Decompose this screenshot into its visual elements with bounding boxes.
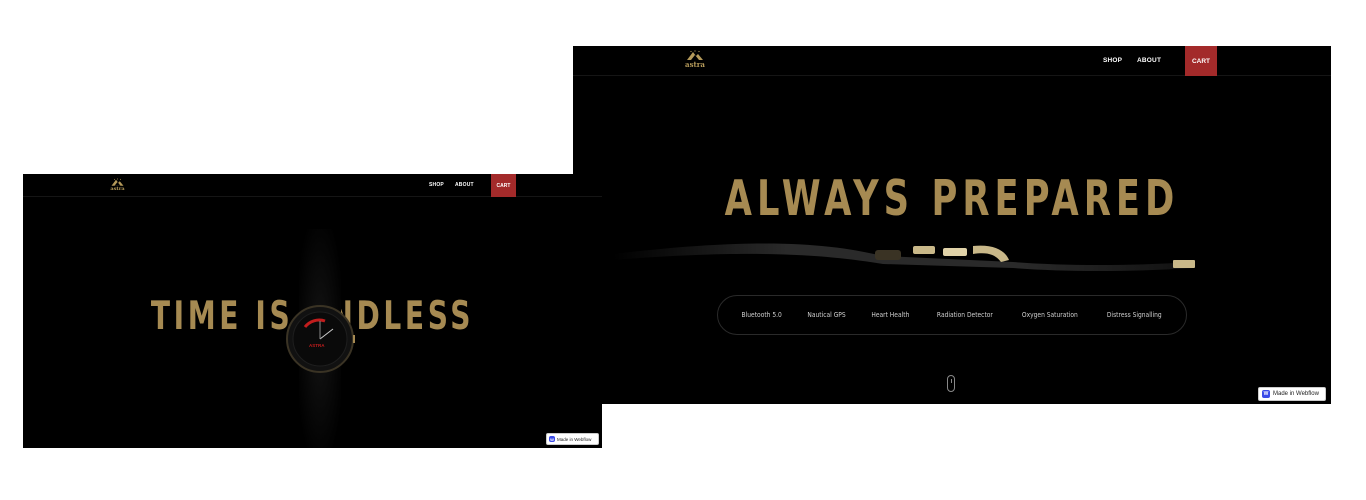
mountain-logo-icon	[111, 178, 124, 186]
cart-button[interactable]: CART	[491, 174, 516, 197]
brand-name: astra	[110, 186, 125, 192]
watch-dial-text: ASTRA	[309, 343, 325, 348]
feature-item: Distress Signalling	[1106, 311, 1162, 319]
feature-item: Nautical GPS	[807, 311, 846, 319]
navbar: astra SHOP ABOUT CART	[573, 46, 1331, 76]
hero-headline: ALWAYS PREPARED	[724, 170, 1180, 227]
nav-about-link[interactable]: ABOUT	[1137, 57, 1161, 64]
webflow-icon: W	[549, 436, 555, 442]
watch-strap-image	[613, 243, 1195, 271]
badge-label: Made in Webflow	[557, 436, 592, 442]
feature-item: Heart Health	[871, 311, 910, 319]
nav-shop-link[interactable]: SHOP	[429, 182, 444, 188]
brand-name: astra	[685, 60, 705, 69]
mountain-logo-icon	[687, 50, 703, 60]
made-in-webflow-badge[interactable]: W Made in Webflow	[1258, 387, 1326, 401]
feature-item: Oxygen Saturation	[1021, 311, 1078, 319]
screenshot-time-is-endless: astra SHOP ABOUT CART TIME IS ENDLESS AS…	[23, 174, 602, 448]
nav-shop-link[interactable]: SHOP	[1103, 57, 1122, 64]
feature-item: Radiation Detector	[936, 311, 993, 319]
webflow-icon: W	[1262, 390, 1270, 398]
navbar: astra SHOP ABOUT CART	[23, 174, 602, 197]
badge-label: Made in Webflow	[1273, 391, 1319, 397]
nav-about-link[interactable]: ABOUT	[455, 182, 474, 188]
brand-logo[interactable]: astra	[685, 50, 705, 69]
screenshot-always-prepared: astra SHOP ABOUT CART ALWAYS PREPARED Bl…	[573, 46, 1331, 404]
feature-bar: Bluetooth 5.0 Nautical GPS Heart Health …	[717, 295, 1187, 335]
watch-image: ASTRA	[286, 229, 355, 448]
cart-button[interactable]: CART	[1185, 46, 1217, 76]
brand-logo[interactable]: astra	[110, 178, 125, 192]
made-in-webflow-badge[interactable]: W Made in Webflow	[546, 433, 599, 445]
feature-item: Bluetooth 5.0	[741, 311, 782, 319]
scroll-down-icon[interactable]	[947, 375, 955, 392]
